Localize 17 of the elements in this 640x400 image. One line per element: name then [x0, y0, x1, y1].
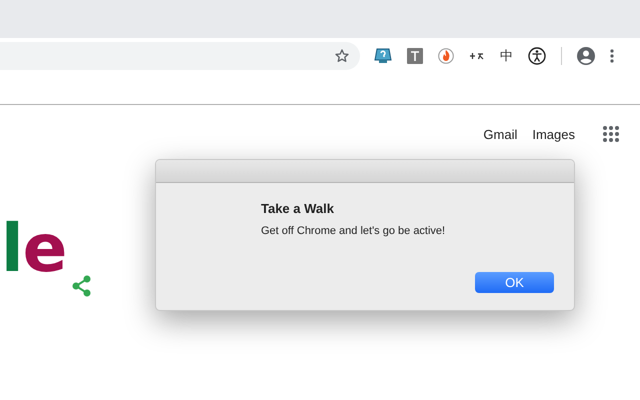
dialog-title: Take a Walk [261, 201, 335, 216]
question-bubble-icon[interactable] [374, 48, 392, 64]
profile-icon[interactable] [577, 47, 595, 65]
star-icon[interactable] [334, 48, 350, 64]
extension-button[interactable]: 中 [500, 47, 513, 65]
glyphs-icon[interactable] [469, 51, 485, 61]
header-link[interactable]: Images [532, 126, 575, 142]
menu-icon[interactable] [610, 49, 614, 63]
share-icon[interactable] [72, 275, 92, 297]
header-link[interactable]: Gmail [483, 126, 518, 142]
logo-text: le [1, 219, 66, 279]
accessibility-icon[interactable] [528, 47, 546, 65]
apps-grid-icon[interactable] [602, 125, 620, 143]
t-letter-icon[interactable] [407, 48, 423, 64]
ok-button[interactable]: OK [475, 272, 554, 293]
flame-icon[interactable] [438, 48, 454, 64]
dialog-message: Get off Chrome and let's go be active! [261, 225, 446, 237]
